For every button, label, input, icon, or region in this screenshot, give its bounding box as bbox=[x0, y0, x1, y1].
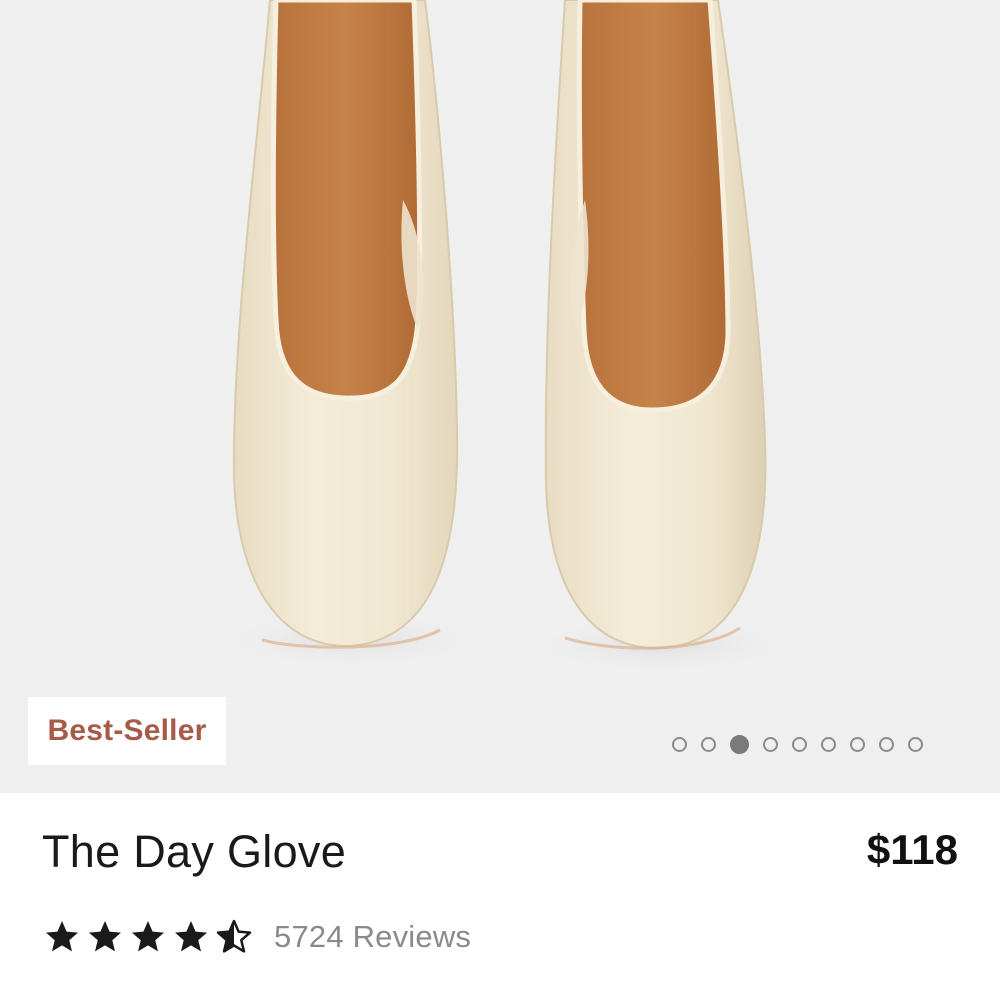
carousel-dot-active[interactable] bbox=[730, 734, 749, 754]
half-star-icon bbox=[216, 919, 252, 953]
carousel-dot[interactable] bbox=[908, 736, 923, 752]
product-rating[interactable]: 5724 Reviews bbox=[44, 914, 471, 960]
carousel-dot[interactable] bbox=[672, 736, 687, 752]
carousel-dot[interactable] bbox=[792, 736, 807, 752]
rating-stars bbox=[44, 919, 252, 955]
product-image-carousel[interactable]: Best-Seller bbox=[0, 0, 1000, 793]
product-price: $118 bbox=[866, 826, 958, 873]
star-icon bbox=[175, 921, 207, 952]
product-image[interactable] bbox=[0, 0, 1000, 793]
star-icon bbox=[89, 921, 121, 952]
carousel-dot[interactable] bbox=[879, 736, 894, 752]
star-icon bbox=[46, 921, 78, 952]
star-icon bbox=[132, 921, 164, 952]
carousel-dot[interactable] bbox=[763, 736, 778, 752]
best-seller-label: Best-Seller bbox=[47, 714, 207, 747]
carousel-dot[interactable] bbox=[850, 736, 865, 752]
product-card: Best-Seller The Day Glove $118 5724 Revi… bbox=[0, 0, 1000, 1000]
reviews-link[interactable]: 5724 Reviews bbox=[274, 919, 471, 955]
carousel-pagination[interactable] bbox=[672, 734, 923, 754]
product-title[interactable]: The Day Glove bbox=[42, 826, 346, 878]
carousel-dot[interactable] bbox=[701, 736, 716, 752]
best-seller-badge: Best-Seller bbox=[28, 697, 226, 765]
carousel-dot[interactable] bbox=[821, 736, 836, 752]
